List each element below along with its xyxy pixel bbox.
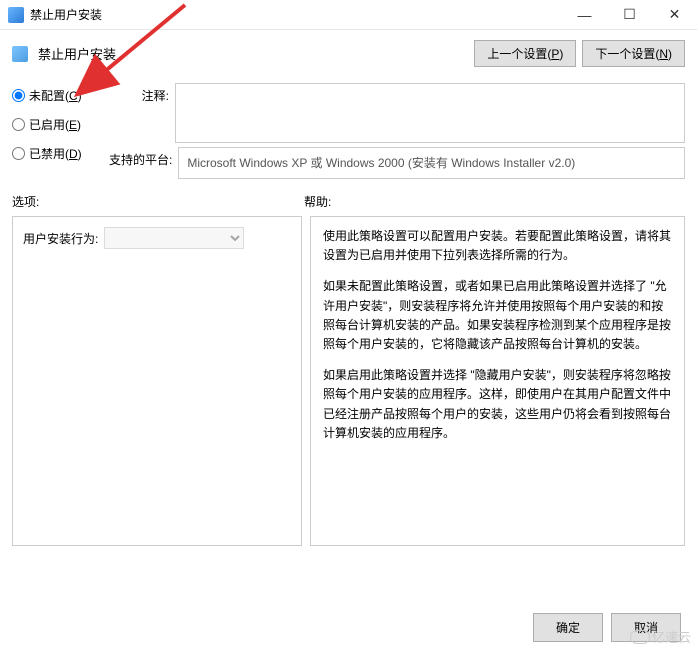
policy-icon bbox=[12, 46, 28, 62]
help-paragraph-2: 如果未配置此策略设置，或者如果已启用此策略设置并选择了 "允许用户安装"，则安装… bbox=[323, 277, 672, 354]
help-paragraph-3: 如果启用此策略设置并选择 "隐藏用户安装"，则安装程序将忽略按照每个用户安装的应… bbox=[323, 366, 672, 443]
options-panel: 用户安装行为: bbox=[12, 216, 302, 546]
watermark-text: 亿速云 bbox=[652, 627, 691, 646]
right-fields: 注释: 支持的平台: Microsoft Windows XP 或 Window… bbox=[109, 83, 685, 179]
content-row: 用户安装行为: 使用此策略设置可以配置用户安装。若要配置此策略设置，请将其设置为… bbox=[0, 216, 697, 546]
options-label: 选项: bbox=[12, 193, 304, 210]
header-row: 禁止用户安装 上一个设置(P) 下一个设置(N) bbox=[0, 30, 697, 75]
window-title: 禁止用户安装 bbox=[30, 6, 102, 23]
config-area: 未配置(C) 已启用(E) 已禁用(D) 注释: 支持的平台: Microsof… bbox=[0, 75, 697, 179]
nav-buttons: 上一个设置(P) 下一个设置(N) bbox=[474, 40, 685, 67]
radio-not-configured-label: 未配置(C) bbox=[29, 87, 82, 104]
app-icon bbox=[8, 7, 24, 23]
close-button[interactable]: ✕ bbox=[652, 0, 697, 30]
titlebar: 禁止用户安装 — ☐ ✕ bbox=[0, 0, 697, 30]
comment-label: 注释: bbox=[109, 83, 169, 104]
radio-group: 未配置(C) 已启用(E) 已禁用(D) bbox=[12, 83, 97, 179]
behavior-label: 用户安装行为: bbox=[23, 230, 98, 247]
radio-enabled-input[interactable] bbox=[12, 118, 25, 131]
radio-not-configured[interactable]: 未配置(C) bbox=[12, 87, 97, 104]
ok-button[interactable]: 确定 bbox=[533, 613, 603, 642]
radio-disabled[interactable]: 已禁用(D) bbox=[12, 145, 97, 162]
window-controls: — ☐ ✕ bbox=[562, 0, 697, 30]
behavior-select[interactable] bbox=[104, 227, 244, 249]
prev-setting-button[interactable]: 上一个设置(P) bbox=[474, 40, 576, 67]
section-labels: 选项: 帮助: bbox=[0, 179, 697, 216]
radio-disabled-label: 已禁用(D) bbox=[29, 145, 82, 162]
next-setting-button[interactable]: 下一个设置(N) bbox=[582, 40, 685, 67]
comment-row: 注释: bbox=[109, 83, 685, 143]
help-panel: 使用此策略设置可以配置用户安装。若要配置此策略设置，请将其设置为已启用并使用下拉… bbox=[310, 216, 685, 546]
help-label: 帮助: bbox=[304, 193, 331, 210]
radio-enabled-label: 已启用(E) bbox=[29, 116, 81, 133]
behavior-field: 用户安装行为: bbox=[23, 227, 291, 249]
page-title: 禁止用户安装 bbox=[38, 44, 116, 63]
platform-row: 支持的平台: Microsoft Windows XP 或 Windows 20… bbox=[109, 147, 685, 179]
radio-disabled-input[interactable] bbox=[12, 147, 25, 160]
maximize-button[interactable]: ☐ bbox=[607, 0, 652, 30]
help-paragraph-1: 使用此策略设置可以配置用户安装。若要配置此策略设置，请将其设置为已启用并使用下拉… bbox=[323, 227, 672, 265]
platform-textarea[interactable]: Microsoft Windows XP 或 Windows 2000 (安装有… bbox=[178, 147, 685, 179]
watermark: 亿速云 bbox=[630, 627, 691, 646]
comment-textarea[interactable] bbox=[175, 83, 685, 143]
platform-label: 支持的平台: bbox=[109, 147, 172, 168]
minimize-button[interactable]: — bbox=[562, 0, 607, 30]
radio-not-configured-input[interactable] bbox=[12, 89, 25, 102]
watermark-icon bbox=[630, 630, 650, 644]
radio-enabled[interactable]: 已启用(E) bbox=[12, 116, 97, 133]
